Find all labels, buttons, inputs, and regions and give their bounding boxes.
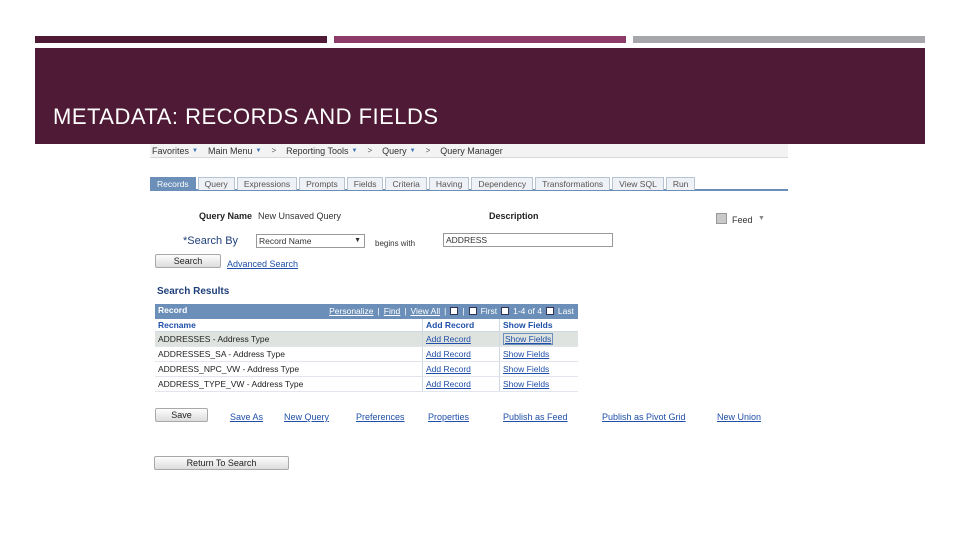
- search-by-label: *Search By: [183, 235, 239, 247]
- table-row: ADDRESS_TYPE_VW - Address Type Add Recor…: [155, 377, 578, 392]
- breadcrumb-favorites[interactable]: Favorites ▼: [152, 146, 198, 156]
- search-by-value: Record Name: [259, 236, 312, 246]
- breadcrumb-label: Favorites: [152, 145, 190, 156]
- download-grid-icon[interactable]: [468, 307, 477, 315]
- recname-cell: ADDRESSES_SA - Address Type: [155, 347, 423, 361]
- grid-column-headers: Recname Add Record Show Fields: [155, 319, 578, 332]
- feed-label[interactable]: Feed: [732, 215, 753, 225]
- search-results-grid: Record Personalize | Find | View All | |…: [155, 304, 578, 392]
- peoplesoft-screenshot: Favorites ▼ Main Menu ▼ > Reporting Tool…: [150, 144, 788, 474]
- return-to-search-button[interactable]: Return To Search: [154, 456, 289, 470]
- show-fields-link[interactable]: Show Fields: [500, 377, 578, 391]
- new-query-link[interactable]: New Query: [284, 412, 329, 422]
- chevron-right-icon: >: [425, 146, 431, 155]
- add-record-link[interactable]: Add Record: [423, 332, 500, 346]
- tab-query[interactable]: Query: [197, 177, 235, 190]
- breadcrumb-label: Main Menu: [207, 145, 253, 156]
- search-button[interactable]: Search: [155, 254, 221, 268]
- column-header-show-fields[interactable]: Show Fields: [500, 319, 578, 331]
- chevron-down-icon: ▼: [192, 147, 198, 154]
- advanced-search-link[interactable]: Advanced Search: [227, 259, 298, 269]
- feed-icon[interactable]: [716, 213, 727, 224]
- tab-expressions[interactable]: Expressions: [236, 177, 298, 190]
- tab-fields[interactable]: Fields: [346, 177, 384, 190]
- breadcrumb-label: Query: [382, 145, 407, 156]
- slide-title: METADATA: RECORDS AND FIELDS: [53, 104, 439, 129]
- new-union-link[interactable]: New Union: [717, 412, 761, 422]
- next-arrow-icon[interactable]: [545, 307, 554, 315]
- tab-dependency[interactable]: Dependency: [471, 177, 534, 190]
- recname-cell: ADDRESS_TYPE_VW - Address Type: [155, 377, 423, 391]
- nav-separator: |: [377, 306, 380, 316]
- nav-separator: |: [462, 306, 465, 316]
- query-tabs: Records Query Expressions Prompts Fields…: [150, 177, 788, 191]
- operator-text: begins with: [375, 239, 416, 248]
- publish-as-feed-link[interactable]: Publish as Feed: [503, 412, 568, 422]
- recname-cell: ADDRESS_NPC_VW - Address Type: [155, 362, 423, 376]
- breadcrumb: Favorites ▼ Main Menu ▼ > Reporting Tool…: [150, 144, 788, 158]
- query-name-value: New Unsaved Query: [258, 211, 342, 221]
- chevron-down-icon: ▼: [255, 147, 262, 154]
- tab-criteria[interactable]: Criteria: [385, 177, 427, 190]
- tab-run[interactable]: Run: [665, 177, 696, 190]
- first-link[interactable]: First: [481, 306, 498, 316]
- tab-having[interactable]: Having: [428, 177, 470, 190]
- show-fields-link[interactable]: Show Fields: [500, 362, 578, 376]
- preferences-link[interactable]: Preferences: [356, 412, 405, 422]
- show-fields-link[interactable]: Show Fields: [500, 347, 578, 361]
- tab-records[interactable]: Records: [150, 177, 196, 190]
- grid-header: Record Personalize | Find | View All | |…: [155, 304, 578, 319]
- accent-bar-left: [35, 36, 327, 43]
- last-link[interactable]: Last: [558, 306, 574, 316]
- recname-cell: ADDRESSES - Address Type: [155, 332, 423, 346]
- chevron-down-icon: ▼: [351, 147, 358, 154]
- breadcrumb-reporting-tools[interactable]: Reporting Tools ▼ >: [286, 146, 372, 156]
- breadcrumb-query-manager[interactable]: Query Manager: [440, 146, 503, 156]
- search-by-select[interactable]: Record Name ▼: [256, 234, 365, 248]
- column-header-recname[interactable]: Recname: [155, 319, 423, 331]
- save-as-link[interactable]: Save As: [230, 412, 263, 422]
- breadcrumb-main-menu[interactable]: Main Menu ▼ >: [208, 146, 276, 156]
- show-fields-link[interactable]: Show Fields: [500, 332, 578, 346]
- chevron-down-icon: ▼: [409, 147, 416, 154]
- description-label: Description: [489, 211, 539, 221]
- chevron-right-icon: >: [367, 146, 373, 155]
- accent-bar-middle: [334, 36, 626, 43]
- show-fields-label: Show Fields: [503, 333, 554, 345]
- breadcrumb-query[interactable]: Query ▼ >: [382, 146, 430, 156]
- table-row: ADDRESSES - Address Type Add Record Show…: [155, 332, 578, 347]
- save-button[interactable]: Save: [155, 408, 208, 422]
- nav-separator: |: [444, 306, 447, 316]
- find-link[interactable]: Find: [384, 306, 401, 316]
- tab-transformations[interactable]: Transformations: [535, 177, 611, 190]
- grid-title: Record: [158, 305, 188, 315]
- title-banner: METADATA: RECORDS AND FIELDS: [35, 48, 925, 144]
- tab-prompts[interactable]: Prompts: [299, 177, 345, 190]
- accent-bar-right: [633, 36, 925, 43]
- breadcrumb-label: Reporting Tools: [286, 145, 349, 156]
- personalize-link[interactable]: Personalize: [329, 306, 373, 316]
- zoom-icon[interactable]: [450, 307, 459, 315]
- grid-navigation: Personalize | Find | View All | | First …: [329, 306, 574, 316]
- add-record-link[interactable]: Add Record: [423, 347, 500, 361]
- add-record-link[interactable]: Add Record: [423, 377, 500, 391]
- search-results-heading: Search Results: [157, 286, 230, 297]
- chevron-down-icon: ▼: [354, 237, 361, 244]
- row-range: 1-4 of 4: [513, 306, 542, 316]
- properties-link[interactable]: Properties: [428, 412, 469, 422]
- add-record-link[interactable]: Add Record: [423, 362, 500, 376]
- breadcrumb-label: Query Manager: [440, 145, 503, 156]
- column-header-add-record[interactable]: Add Record: [423, 319, 500, 331]
- chevron-right-icon: >: [271, 146, 277, 155]
- nav-separator: |: [404, 306, 407, 316]
- search-value-input[interactable]: ADDRESS: [443, 233, 613, 247]
- tab-view-sql[interactable]: View SQL: [612, 177, 664, 190]
- previous-arrow-icon[interactable]: [501, 307, 510, 315]
- table-row: ADDRESS_NPC_VW - Address Type Add Record…: [155, 362, 578, 377]
- publish-as-pivot-grid-link[interactable]: Publish as Pivot Grid: [602, 412, 686, 422]
- chevron-down-icon[interactable]: ▼: [758, 215, 765, 222]
- view-all-link[interactable]: View All: [411, 306, 441, 316]
- query-name-label: Query Name: [199, 211, 253, 221]
- table-row: ADDRESSES_SA - Address Type Add Record S…: [155, 347, 578, 362]
